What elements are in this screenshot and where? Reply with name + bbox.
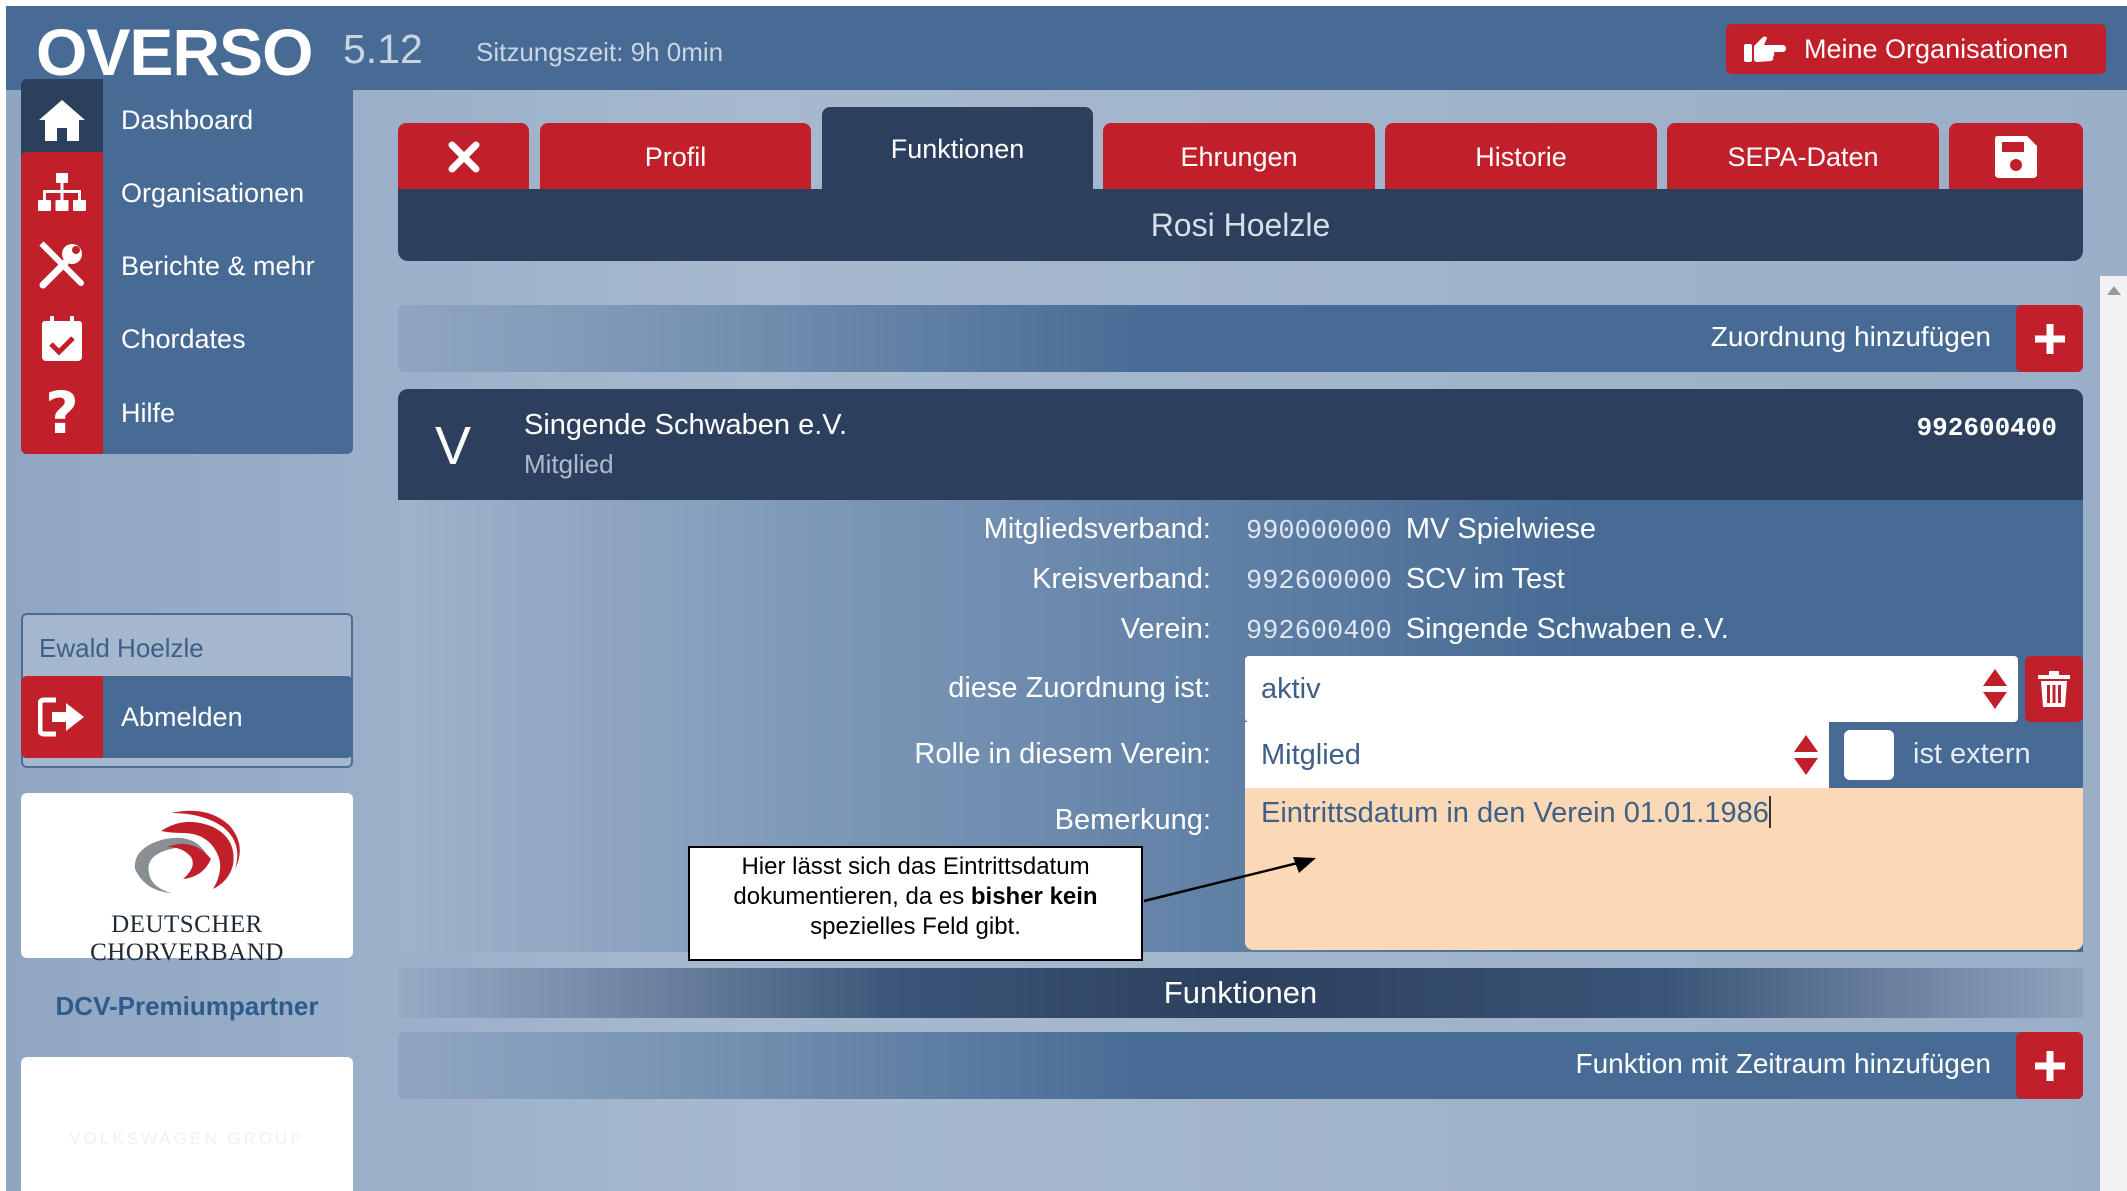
sidebar-label-chordates: Chordates — [121, 323, 246, 354]
status-value: aktiv — [1261, 672, 1321, 705]
role-value: Mitglied — [1261, 738, 1361, 771]
callout-line-3: spezielles Feld gibt. — [810, 913, 1021, 940]
dcv-logo-text: Deutscher Chorverband — [90, 911, 284, 966]
remark-label: Bemerkung: — [1054, 804, 1211, 836]
tab-sepa[interactable]: SEPA-Daten — [1667, 123, 1939, 191]
verein-name: Singende Schwaben e.V. — [1405, 613, 1729, 645]
sidebar-label-dashboard: Dashboard — [121, 104, 254, 135]
tab-save[interactable] — [1949, 123, 2083, 191]
mitgliedsverband-label: Mitgliedsverband: — [983, 513, 1211, 545]
question-icon: ? — [21, 372, 103, 454]
tab-close[interactable] — [398, 123, 529, 191]
plus-icon — [2034, 1050, 2065, 1081]
verein-value: 992600400 Singende Schwaben e.V. — [1246, 613, 1729, 647]
assignment-number: 992600400 — [1916, 413, 2057, 443]
verein-label: Verein: — [1120, 613, 1211, 645]
vw-logo-text: VOLKSWAGEN GROUP — [69, 1129, 305, 1148]
remark-value: Eintrittsdatum in den Verein 01.01.1986 — [1261, 797, 1769, 829]
mitgliedsverband-number: 990000000 — [1246, 517, 1392, 547]
add-function-bar[interactable]: Funktion mit Zeitraum hinzufügen — [398, 1032, 2083, 1099]
add-assignment-bar[interactable]: Zuordnung hinzufügen — [398, 305, 2083, 372]
add-function-button[interactable] — [2016, 1032, 2083, 1099]
role-select[interactable]: Mitglied — [1245, 722, 1829, 788]
kreisverband-label: Kreisverband: — [1032, 563, 1211, 595]
role-label: Rolle in diesem Verein: — [914, 738, 1211, 770]
tools-icon — [21, 225, 103, 307]
status-select[interactable]: aktiv — [1245, 656, 2018, 722]
tab-ehrungen[interactable]: Ehrungen — [1103, 123, 1375, 191]
assignment-header[interactable]: V Singende Schwaben e.V. Mitglied 992600… — [398, 389, 2083, 500]
premium-partner-label: DCV-Premiumpartner — [55, 991, 319, 1021]
user-name: Ewald Hoelzle — [39, 633, 204, 663]
sidebar-item-hilfe[interactable]: ? Hilfe — [21, 372, 353, 454]
select-arrows-icon — [1983, 669, 2007, 709]
text-caret — [1768, 796, 1771, 828]
partner-logo-dcv[interactable]: Deutscher Chorverband — [21, 793, 353, 966]
sign-out-icon — [21, 676, 103, 758]
remark-textarea[interactable]: Eintrittsdatum in den Verein 01.01.1986 — [1245, 788, 2083, 950]
org-chart-icon — [21, 152, 103, 234]
calendar-check-icon — [21, 298, 103, 380]
sidebar-item-berichte[interactable]: Berichte & mehr — [21, 225, 353, 307]
pointing-hand-icon — [1744, 36, 1786, 62]
logout-label: Abmelden — [121, 701, 243, 732]
assignment-org-name: Singende Schwaben e.V. — [524, 409, 848, 441]
kreisverband-value: 992600000 SCV im Test — [1246, 563, 1565, 597]
tab-historie[interactable]: Historie — [1385, 123, 1657, 191]
kreisverband-number: 992600000 — [1246, 567, 1392, 597]
sidebar-item-dashboard[interactable]: Dashboard — [21, 79, 353, 161]
extern-checkbox[interactable] — [1844, 730, 1894, 780]
sidebar-label-hilfe: Hilfe — [121, 397, 176, 428]
app-version: 5.12 — [343, 26, 423, 72]
close-icon — [448, 141, 479, 173]
mitgliedsverband-name: MV Spielwiese — [1405, 513, 1597, 545]
trash-icon — [2038, 671, 2070, 707]
save-icon — [1995, 136, 2037, 178]
session-time: Sitzungszeit: 9h 0min — [476, 37, 724, 67]
my-organizations-button[interactable]: Meine Organisationen — [1726, 24, 2106, 74]
kreisverband-name: SCV im Test — [1405, 563, 1565, 595]
plus-icon — [2034, 323, 2065, 354]
tab-funktionen[interactable]: Funktionen — [822, 107, 1093, 191]
verein-number: 992600400 — [1246, 617, 1392, 647]
sidebar-label-berichte: Berichte & mehr — [121, 250, 315, 281]
assignment-badge: V — [435, 416, 472, 476]
scrollbar[interactable] — [2100, 276, 2127, 1191]
callout-line-1: Hier lässt sich das Eintrittsdatum — [741, 853, 1090, 880]
add-assignment-label: Zuordnung hinzufügen — [1710, 321, 1991, 352]
extern-label: ist extern — [1913, 738, 2031, 770]
sidebar-label-organisationen: Organisationen — [121, 177, 305, 208]
mitgliedsverband-value: 990000000 MV Spielwiese — [1246, 513, 1596, 547]
dcv-logo-icon — [134, 810, 240, 893]
tab-profil[interactable]: Profil — [540, 123, 811, 191]
callout-arrow — [1143, 857, 1316, 903]
callout-line-2b: bisher kein — [970, 883, 1098, 910]
sidebar-item-chordates[interactable]: Chordates — [21, 298, 353, 380]
sidebar-item-organisationen[interactable]: Organisationen — [21, 152, 353, 234]
callout-line-2: dokumentieren, da es bisher kein — [690, 882, 1141, 912]
scroll-up-arrow-icon[interactable] — [2107, 286, 2121, 295]
status-label: diese Zuordnung ist: — [948, 672, 1211, 704]
callout-line-2a: dokumentieren, da es — [733, 883, 971, 910]
app-window: OVERSO 5.12 Sitzungszeit: 9h 0min Meine … — [6, 6, 2127, 1191]
partner-logo-vw[interactable]: VOLKSWAGEN GROUP — [21, 1057, 353, 1191]
select-arrows-icon — [1794, 735, 1818, 775]
functions-header: Funktionen — [398, 968, 2083, 1018]
person-name-header: Rosi Hoelzle — [398, 189, 2083, 261]
logout-button[interactable]: Abmelden — [21, 676, 353, 758]
add-assignment-button[interactable] — [2016, 305, 2083, 372]
my-organizations-label: Meine Organisationen — [1804, 33, 2069, 64]
home-icon — [21, 79, 103, 161]
add-function-label: Funktion mit Zeitraum hinzufügen — [1575, 1048, 1991, 1079]
assignment-role: Mitglied — [524, 449, 614, 479]
callout-box: Hier lässt sich das Eintrittsdatum dokum… — [688, 846, 1143, 961]
delete-assignment-button[interactable] — [2025, 656, 2083, 722]
top-bar: OVERSO 5.12 Sitzungszeit: 9h 0min Meine … — [6, 6, 2127, 90]
